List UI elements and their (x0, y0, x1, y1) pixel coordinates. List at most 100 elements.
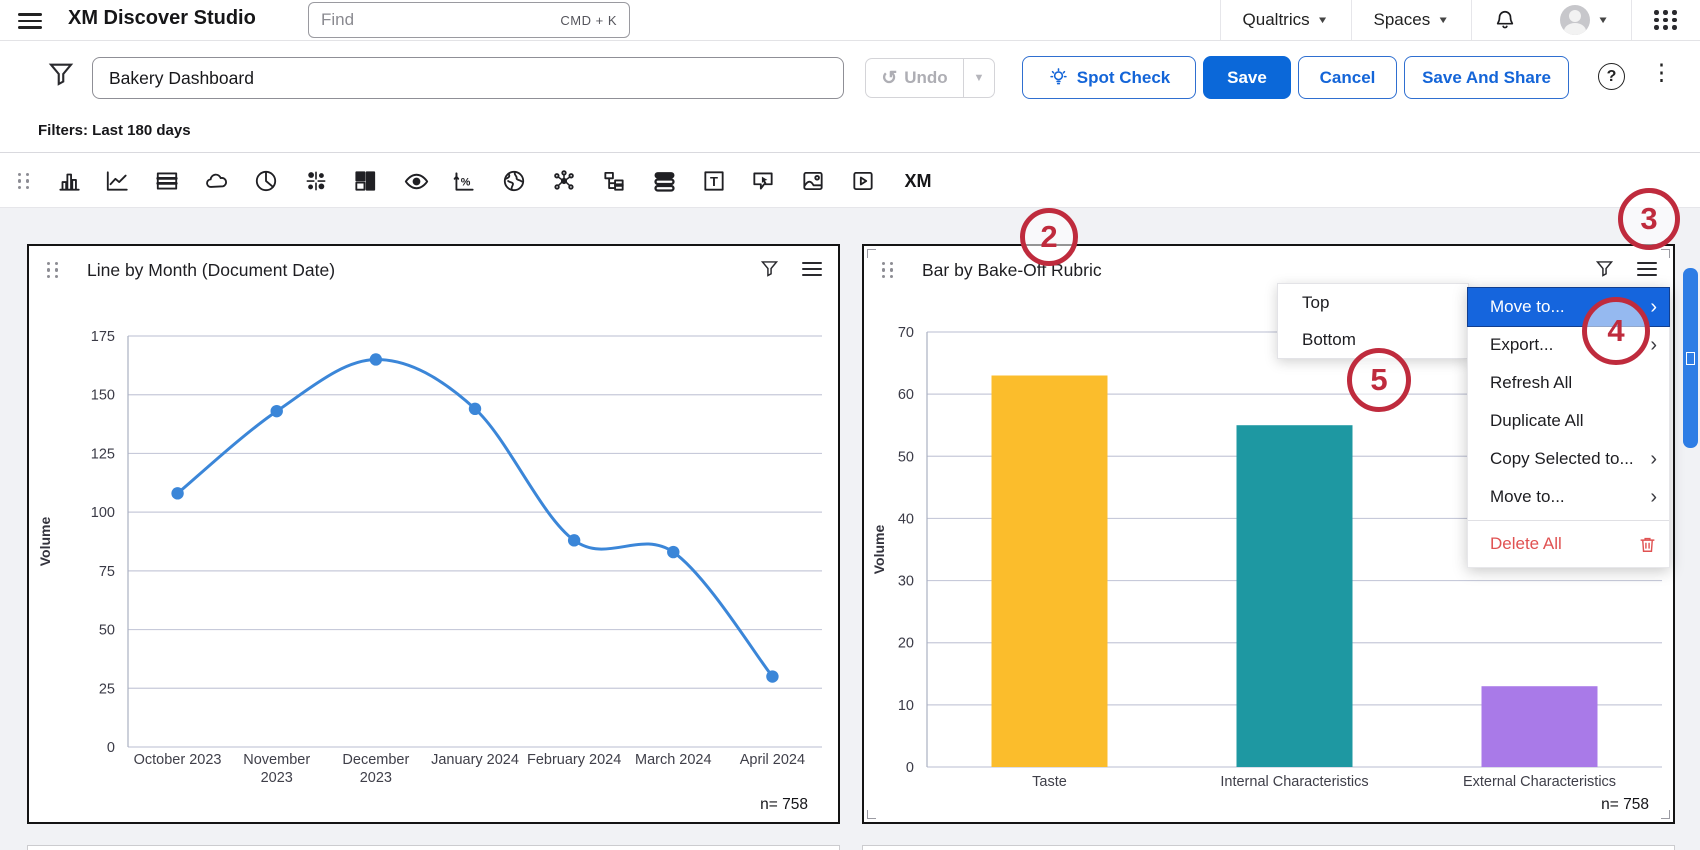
svg-text:10: 10 (898, 698, 914, 714)
stacked-rows-widget-icon[interactable] (648, 165, 680, 197)
svg-text:Internal Characteristics: Internal Characteristics (1220, 774, 1368, 790)
sample-size-label: n= 758 (1601, 796, 1649, 814)
line-chart: 0255075100125150175VolumeOctober 2023Nov… (29, 246, 838, 822)
submenu-item-top[interactable]: Top (1278, 284, 1468, 321)
app-title: XM Discover Studio (68, 7, 256, 30)
word-cloud-widget-icon[interactable] (201, 165, 233, 197)
image-widget-icon[interactable] (797, 165, 829, 197)
avatar (1560, 5, 1590, 35)
scrollbar-grip (1686, 352, 1695, 365)
svg-text:December2023: December2023 (342, 752, 409, 786)
label-tool-widget-icon[interactable] (747, 165, 779, 197)
svg-text:0: 0 (906, 760, 914, 776)
svg-text:30: 30 (898, 574, 914, 590)
svg-text:60: 60 (898, 387, 914, 403)
spaces-menu[interactable]: Spaces▼ (1352, 0, 1472, 40)
account-menu[interactable]: ▼ (1538, 0, 1631, 40)
svg-text:April 2024: April 2024 (740, 752, 805, 768)
filter-funnel-icon[interactable] (46, 59, 76, 89)
svg-text:External Characteristics: External Characteristics (1463, 774, 1616, 790)
spot-check-button[interactable]: Spot Check (1022, 56, 1196, 99)
sample-size-label: n= 758 (760, 796, 808, 814)
text-box-widget-icon[interactable]: T (698, 165, 730, 197)
chevron-down-icon: ▼ (1437, 14, 1449, 25)
drag-handle-icon[interactable] (8, 165, 40, 197)
svg-text:75: 75 (99, 564, 115, 580)
annotation-circle-3: 3 (1618, 188, 1680, 250)
preview-eye-widget-icon[interactable] (400, 165, 432, 197)
svg-text:175: 175 (91, 329, 115, 345)
next-row-widget (27, 845, 840, 850)
scatter-plot-widget-icon[interactable] (300, 165, 332, 197)
submenu-arrow-icon: › (1650, 297, 1657, 317)
svg-text:40: 40 (898, 511, 914, 527)
bar-chart-widget-icon[interactable] (53, 165, 85, 197)
svg-text:125: 125 (91, 446, 115, 462)
line-chart-widget-icon[interactable] (101, 165, 133, 197)
annotation-circle-4: 4 (1582, 297, 1650, 365)
annotation-circle-5: 5 (1347, 348, 1411, 412)
trash-icon (1638, 535, 1657, 554)
svg-text:50: 50 (99, 623, 115, 639)
app-switcher-icon[interactable] (1632, 0, 1700, 40)
vertical-scrollbar-thumb[interactable] (1683, 268, 1698, 448)
svg-text:150: 150 (91, 388, 115, 404)
submenu-arrow-icon: › (1650, 449, 1657, 469)
help-button[interactable]: ? (1598, 63, 1625, 90)
save-and-share-button[interactable]: Save And Share (1404, 56, 1569, 99)
find-placeholder: Find (321, 10, 560, 30)
xm-discover-studio-app: XM Discover Studio Find CMD + K Qualtric… (0, 0, 1700, 850)
video-widget-icon[interactable] (847, 165, 879, 197)
svg-text:20: 20 (898, 636, 914, 652)
metric-percent-widget-icon[interactable]: % (448, 165, 480, 197)
more-options-kebab-icon[interactable]: ⋮ (1650, 59, 1673, 86)
submenu-arrow-icon: › (1650, 335, 1657, 355)
dashboard-name-input[interactable]: Bakery Dashboard (92, 57, 844, 99)
svg-text:25: 25 (99, 681, 115, 697)
menu-item-refresh-all[interactable]: Refresh All (1468, 364, 1669, 402)
svg-text:January 2024: January 2024 (431, 752, 519, 768)
svg-text:March 2024: March 2024 (635, 752, 712, 768)
svg-text:February 2024: February 2024 (527, 752, 621, 768)
qualtrics-menu[interactable]: Qualtrics▼ (1221, 0, 1351, 40)
notifications-bell-icon[interactable] (1472, 0, 1538, 40)
main-menu-icon[interactable] (18, 9, 42, 31)
svg-text:T: T (710, 174, 718, 189)
filters-summary: Filters: Last 180 days (38, 122, 191, 139)
menu-item-copy-selected-to[interactable]: Copy Selected to...› (1468, 440, 1669, 478)
annotation-circle-2: 2 (1020, 208, 1078, 266)
line-chart-widget[interactable]: Line by Month (Document Date) 0255075100… (27, 244, 840, 824)
menu-item-move-to[interactable]: Move to...› (1468, 478, 1669, 516)
svg-text:Volume: Volume (37, 517, 53, 567)
svg-text:50: 50 (898, 449, 914, 465)
undo-button[interactable]: ↺Undo (866, 59, 963, 97)
find-search-box[interactable]: Find CMD + K (308, 2, 630, 38)
find-shortcut: CMD + K (560, 13, 617, 28)
svg-text:70: 70 (898, 325, 914, 341)
pie-chart-widget-icon[interactable] (250, 165, 282, 197)
save-button[interactable]: Save (1203, 56, 1291, 99)
menu-item-duplicate-all[interactable]: Duplicate All (1468, 402, 1669, 440)
menu-item-delete-all[interactable]: Delete All (1468, 525, 1669, 563)
cancel-button[interactable]: Cancel (1298, 56, 1397, 99)
widget-toolbar: % T XM (0, 152, 1700, 208)
network-widget-icon[interactable] (548, 165, 580, 197)
dashboard-action-bar: Bakery Dashboard ↺Undo ▼ Spot Check Save… (0, 41, 1700, 111)
world-map-widget-icon[interactable] (498, 165, 530, 197)
undo-history-caret[interactable]: ▼ (963, 59, 994, 97)
chevron-down-icon: ▼ (1317, 14, 1329, 25)
treemap-widget-icon[interactable] (349, 165, 381, 197)
svg-text:Taste: Taste (1032, 774, 1067, 790)
table-widget-icon[interactable] (151, 165, 183, 197)
topbar-right-group: Qualtrics▼ Spaces▼ ▼ (1220, 0, 1700, 40)
xm-widget-icon[interactable]: XM (896, 165, 940, 197)
svg-text:November2023: November2023 (243, 752, 310, 786)
svg-text:%: % (461, 176, 471, 188)
svg-text:0: 0 (107, 740, 115, 756)
undo-split-button[interactable]: ↺Undo ▼ (865, 58, 995, 98)
hierarchy-widget-icon[interactable] (598, 165, 630, 197)
top-bar: XM Discover Studio Find CMD + K Qualtric… (0, 0, 1700, 41)
next-row-widget (862, 845, 1675, 850)
svg-text:Volume: Volume (871, 525, 887, 575)
svg-text:100: 100 (91, 505, 115, 521)
